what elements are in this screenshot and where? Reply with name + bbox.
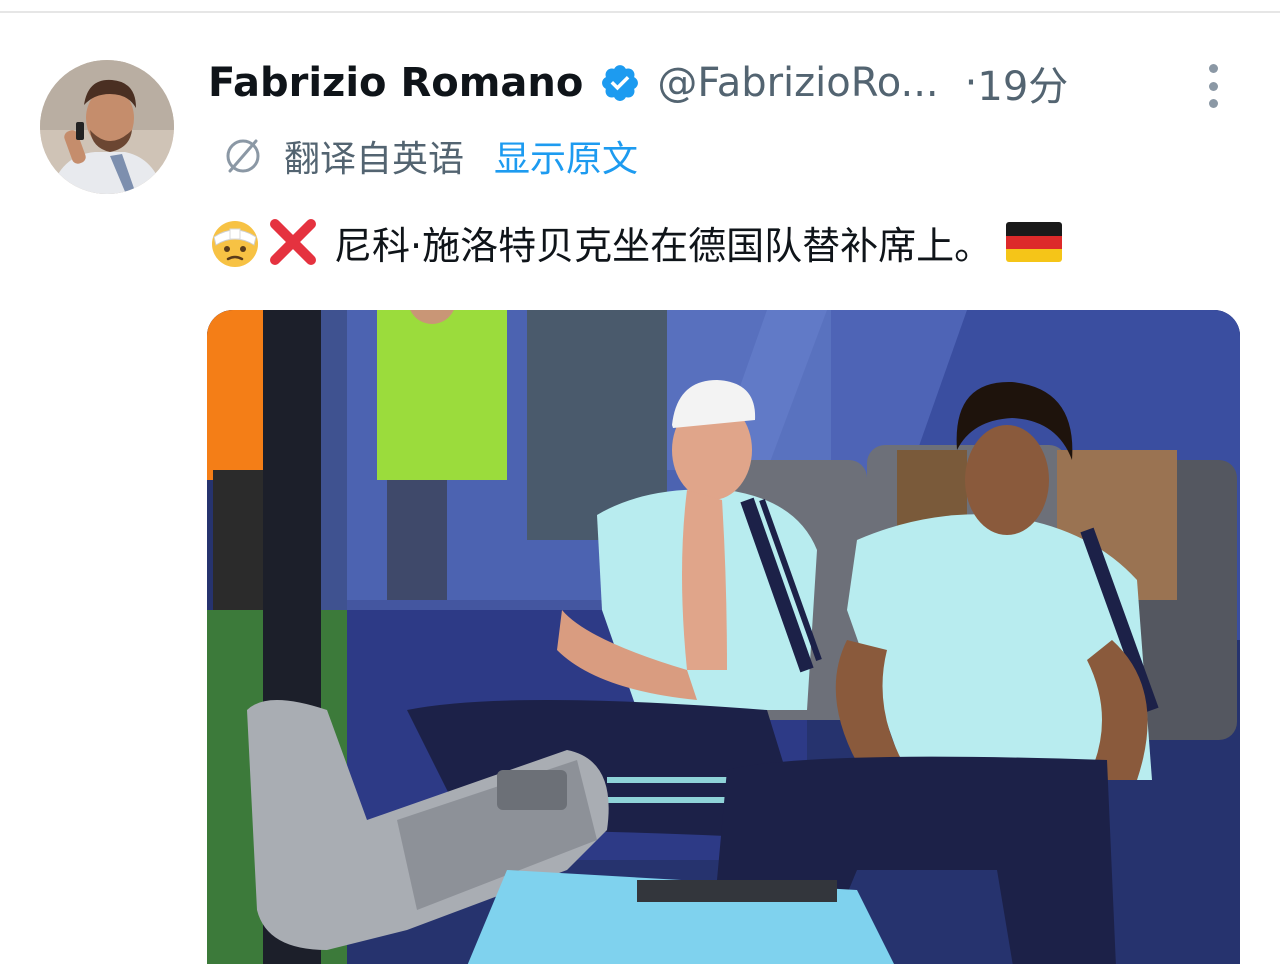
tweet-body-text: 尼科·施洛特贝克坐在德国队替补席上。 xyxy=(334,223,993,268)
tweet-media-photo[interactable] xyxy=(207,310,1240,964)
translate-icon xyxy=(222,135,264,177)
tweet-text: 尼科·施洛特贝克坐在德国队替补席上。 xyxy=(208,210,1063,274)
photo-illustration xyxy=(207,310,1240,964)
avatar-image xyxy=(40,60,174,194)
cross-mark-icon xyxy=(266,215,320,269)
avatar[interactable] xyxy=(40,60,174,194)
verified-badge-icon[interactable] xyxy=(599,62,641,104)
author-handle[interactable]: @FabrizioRo... xyxy=(657,60,938,106)
translation-row: 翻译自英语 显示原文 xyxy=(222,128,638,184)
tweet-page: Fabrizio Romano @FabrizioRo... · 19分 翻译自… xyxy=(0,0,1280,964)
more-options-icon[interactable] xyxy=(1196,64,1230,108)
time-separator: · xyxy=(964,60,978,106)
translated-from-label: 翻译自英语 xyxy=(284,139,465,180)
germany-flag-icon xyxy=(1006,222,1063,262)
top-divider xyxy=(0,11,1280,13)
author-name[interactable]: Fabrizio Romano xyxy=(208,60,583,106)
tweet-header: Fabrizio Romano @FabrizioRo... · 19分 xyxy=(208,56,1068,110)
tweet-timestamp[interactable]: 19分 xyxy=(977,54,1068,112)
face-with-head-bandage-icon xyxy=(208,215,262,269)
show-original-link[interactable]: 显示原文 xyxy=(494,130,638,182)
